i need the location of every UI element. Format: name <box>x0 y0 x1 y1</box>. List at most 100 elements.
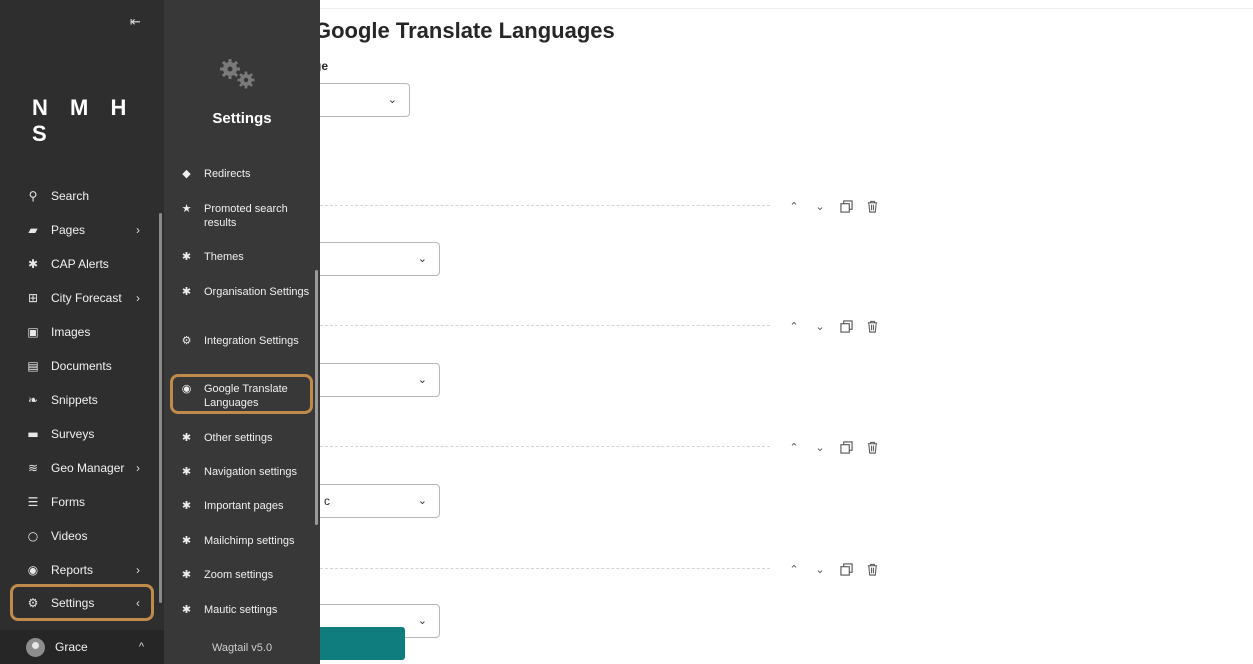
save-button[interactable] <box>316 627 405 660</box>
list-icon: ☰ <box>27 495 39 509</box>
sidebar-item-label: Videos <box>51 529 88 543</box>
submenu-item-mailchimp-settings[interactable]: ✱ Mailchimp settings <box>164 534 314 548</box>
sidebar-item-geo-manager[interactable]: ≋ Geo Manager › <box>0 453 160 483</box>
move-up-icon[interactable]: ⌃ <box>781 316 807 336</box>
page: Google Translate Languages ge ⌄ ⌃ ⌄ ⌄ ⌃ … <box>0 0 1253 664</box>
sidebar-item-cap-alerts[interactable]: ✱ CAP Alerts <box>0 249 160 279</box>
chevron-right-icon: › <box>136 461 140 475</box>
block-controls: ⌃ ⌄ <box>781 196 885 216</box>
sidebar-scrollbar[interactable] <box>159 213 162 603</box>
cog-icon: ✱ <box>181 568 192 581</box>
chevron-down-icon: ⌄ <box>417 494 427 507</box>
language-select[interactable]: c ⌄ <box>300 484 440 518</box>
submenu-item-redirects[interactable]: ◆ Redirects <box>164 167 314 181</box>
sidebar-item-surveys[interactable]: ▬ Surveys <box>0 419 160 449</box>
move-down-icon[interactable]: ⌄ <box>807 559 833 579</box>
submenu-item-navigation-settings[interactable]: ✱ Navigation settings <box>164 465 314 479</box>
cog-icon: ✱ <box>181 250 192 263</box>
move-down-icon[interactable]: ⌄ <box>807 196 833 216</box>
move-up-icon[interactable]: ⌃ <box>781 437 807 457</box>
submenu-item-label: Promoted search results <box>204 203 288 229</box>
submenu-item-important-pages[interactable]: ✱ Important pages <box>164 499 314 513</box>
cog-icon: ✱ <box>181 285 192 298</box>
redirect-icon: ◆ <box>182 167 191 180</box>
move-up-icon[interactable]: ⌃ <box>781 196 807 216</box>
circle-icon: ○ <box>27 529 39 543</box>
gears-icon: ⚙ <box>181 334 192 347</box>
submenu-item-label: Important pages <box>204 500 284 512</box>
submenu-item-mautic-settings[interactable]: ✱ Mautic settings <box>164 603 314 617</box>
user-name: Grace <box>55 640 88 654</box>
sidebar-item-label: Reports <box>51 563 94 577</box>
delete-icon[interactable] <box>859 196 885 216</box>
sidebar-item-forms[interactable]: ☰ Forms <box>0 487 160 517</box>
sidebar-item-snippets[interactable]: ❧ Snippets <box>0 385 160 415</box>
sidebar-item-label: Search <box>51 189 90 203</box>
duplicate-icon[interactable] <box>833 559 859 579</box>
move-up-icon[interactable]: ⌃ <box>781 559 807 579</box>
cog-icon: ✱ <box>181 465 192 478</box>
chevron-down-icon: ⌄ <box>387 93 397 106</box>
language-value: c <box>324 494 330 508</box>
sidebar-item-pages[interactable]: ▰ Pages › <box>0 215 160 245</box>
submenu-item-organisation-settings[interactable]: ✱ Organisation Settings <box>164 285 314 299</box>
collapse-left-icon[interactable]: ⇤ <box>130 15 141 30</box>
sidebar-item-label: CAP Alerts <box>51 257 109 271</box>
sidebar-item-documents[interactable]: ▤ Documents <box>0 351 160 381</box>
cog-icon: ✱ <box>181 431 192 444</box>
brand-logo[interactable]: N M H S <box>32 95 164 147</box>
star-icon: ★ <box>181 202 192 215</box>
sidebar-item-videos[interactable]: ○ Videos <box>0 521 160 551</box>
duplicate-icon[interactable] <box>833 437 859 457</box>
sidebar-item-reports[interactable]: ◉ Reports › <box>0 555 160 585</box>
submenu-item-label: Navigation settings <box>204 466 297 478</box>
table-icon: ⊞ <box>27 291 39 305</box>
globe-icon: ◉ <box>27 563 39 577</box>
duplicate-icon[interactable] <box>833 316 859 336</box>
sidebar-item-search[interactable]: ⚲ Search <box>0 181 160 211</box>
submenu-item-label: Other settings <box>204 432 273 444</box>
submenu-item-themes[interactable]: ✱ Themes <box>164 250 314 264</box>
submenu-item-promoted-search-results[interactable]: ★ Promoted search results <box>164 202 314 230</box>
delete-icon[interactable] <box>859 559 885 579</box>
language-select[interactable]: ⌄ <box>300 363 440 397</box>
sidebar-item-label: Documents <box>51 359 112 373</box>
leaf-icon: ❧ <box>27 393 39 407</box>
block-controls: ⌃ ⌄ <box>781 559 885 579</box>
image-icon: ▣ <box>27 325 39 339</box>
version-label: Wagtail v5.0 <box>211 642 273 654</box>
move-down-icon[interactable]: ⌄ <box>807 316 833 336</box>
submenu-item-label: Zoom settings <box>204 569 274 581</box>
submenu-title: Settings <box>212 110 272 127</box>
submenu-scrollbar[interactable] <box>315 270 318 525</box>
move-down-icon[interactable]: ⌄ <box>807 437 833 457</box>
block-controls: ⌃ ⌄ <box>781 437 885 457</box>
block-divider <box>320 325 770 326</box>
chevron-down-icon: ⌄ <box>417 252 427 265</box>
language-select[interactable]: ⌄ <box>300 242 440 276</box>
submenu-item-label: Integration Settings <box>204 335 299 347</box>
page-title: Google Translate Languages <box>314 18 615 43</box>
delete-icon[interactable] <box>859 316 885 336</box>
delete-icon[interactable] <box>859 437 885 457</box>
block-divider <box>320 568 770 569</box>
sidebar-item-images[interactable]: ▣ Images <box>0 317 160 347</box>
block-divider <box>320 205 770 206</box>
submenu-item-integration-settings[interactable]: ⚙ Integration Settings <box>164 334 314 348</box>
search-icon: ⚲ <box>28 189 38 203</box>
submenu-item-other-settings[interactable]: ✱ Other settings <box>164 431 314 445</box>
submenu-item-zoom-settings[interactable]: ✱ Zoom settings <box>164 568 314 582</box>
user-account-menu[interactable]: Grace ^ <box>0 630 164 664</box>
sidebar-item-label: Surveys <box>51 427 95 441</box>
sidebar-item-city-forecast[interactable]: ⊞ City Forecast › <box>0 283 160 313</box>
sidebar: ⇤ N M H S ⚲ Search ▰ Pages › ✱ CAP Alerts ⊞ City… <box>0 0 164 664</box>
sidebar-item-label: Images <box>51 325 91 339</box>
sidebar-item-label: Forms <box>51 495 85 509</box>
submenu-item-label: Redirects <box>204 168 251 180</box>
block-controls: ⌃ ⌄ <box>781 316 885 336</box>
folder-icon: ▰ <box>28 223 38 237</box>
chevron-right-icon: › <box>136 223 140 237</box>
duplicate-icon[interactable] <box>833 196 859 216</box>
chevron-right-icon: › <box>136 291 140 305</box>
settings-highlight <box>10 584 154 621</box>
